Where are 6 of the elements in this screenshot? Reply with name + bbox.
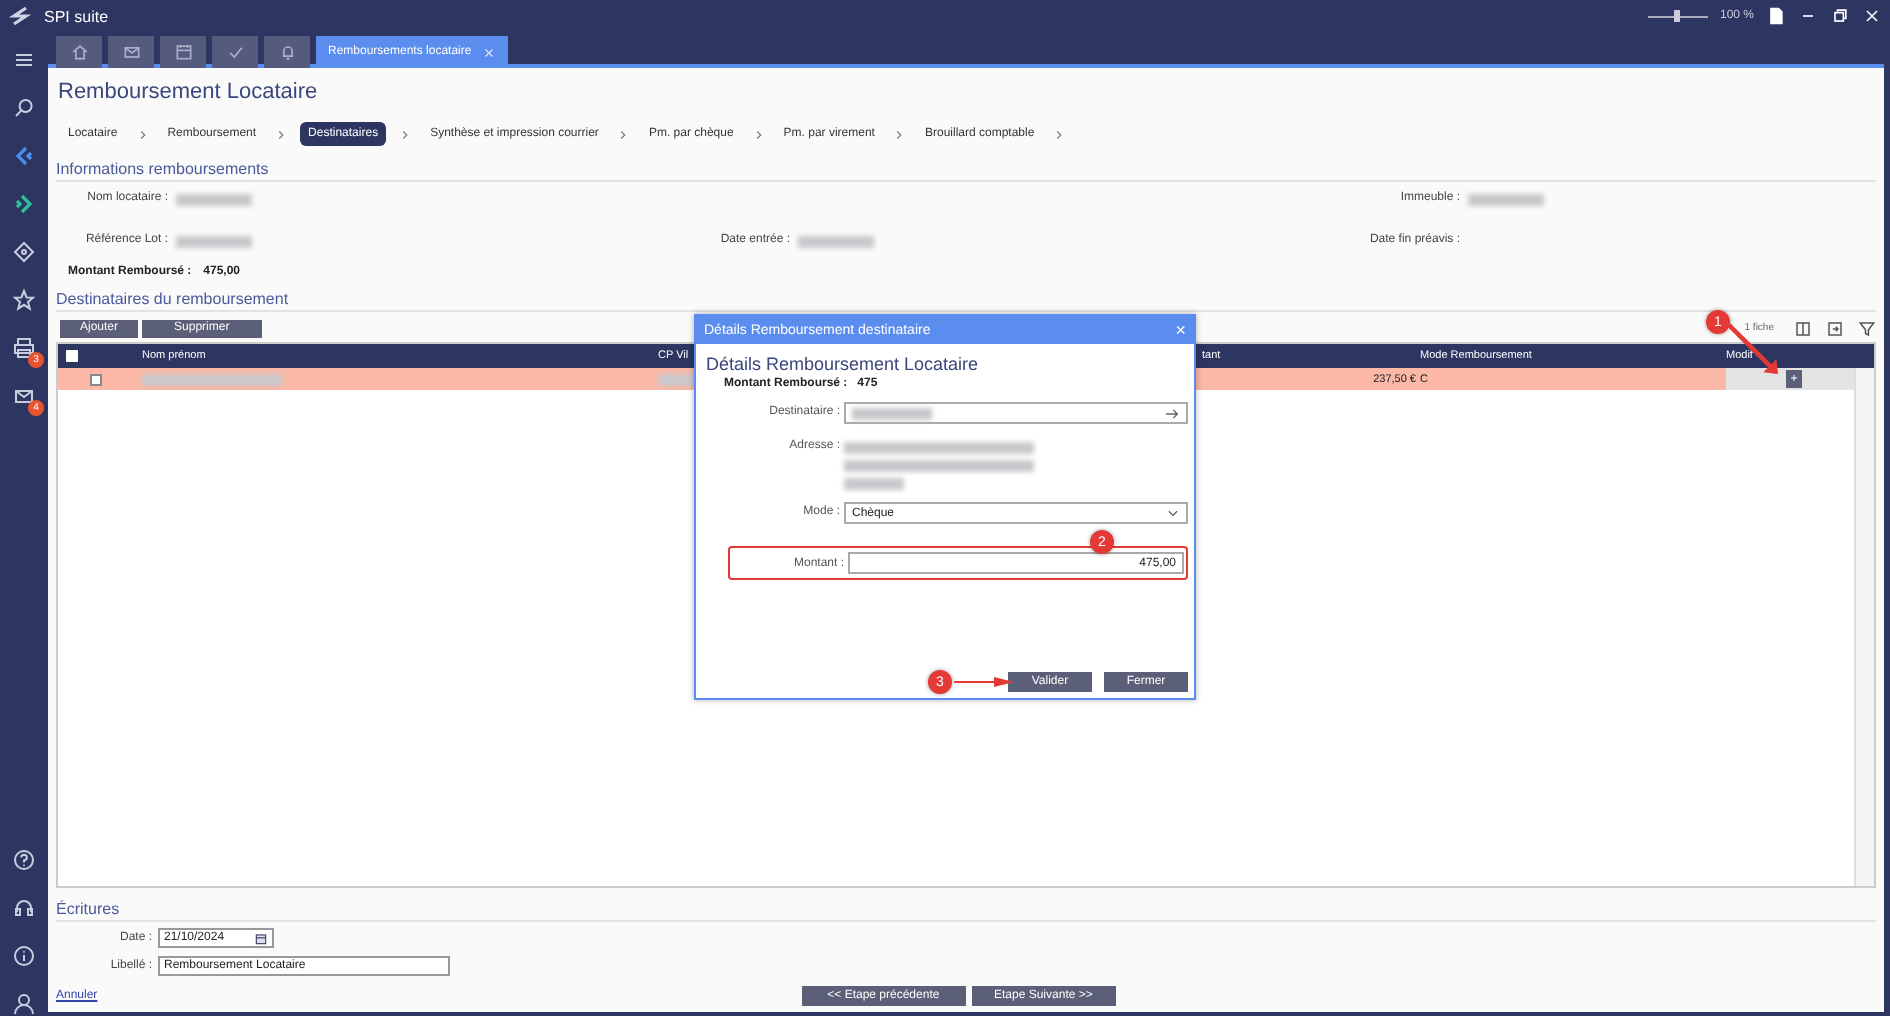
app-title: SPI suite (44, 7, 109, 25)
section-heading: Informations remboursements (56, 160, 1876, 182)
section-heading: Écritures (56, 900, 1876, 922)
dialog-heading: Détails Remboursement Locataire (706, 354, 981, 374)
section-heading: Destinataires du remboursement (56, 290, 1876, 312)
page-title: Remboursement Locataire (58, 80, 320, 104)
